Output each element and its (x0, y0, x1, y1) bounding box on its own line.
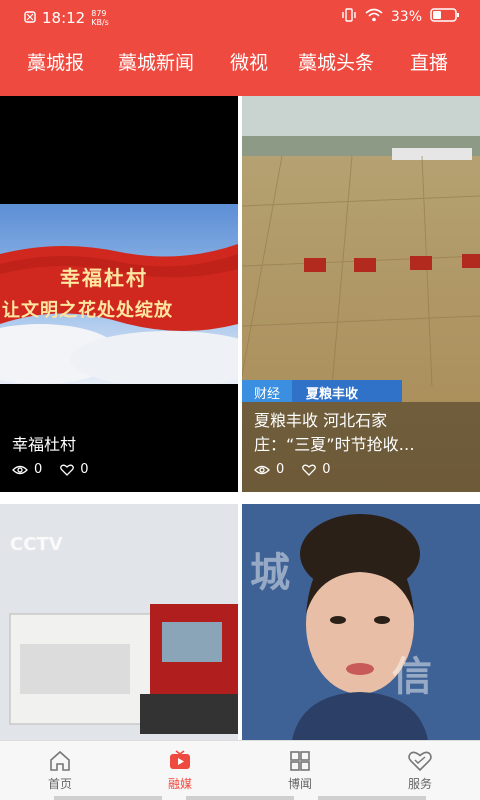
vibrate-icon (341, 8, 357, 26)
battery-icon (430, 8, 460, 26)
bottom-indicator-bar (318, 796, 426, 800)
network-speed: 879 KB/s (91, 8, 109, 27)
battery-percent: 33% (390, 9, 422, 25)
nav-home-label: 首页 (47, 777, 72, 791)
view-count: 0 (276, 462, 285, 477)
channel-watermark: CCTV (10, 534, 63, 555)
like-count: 0 (322, 462, 331, 477)
video-card[interactable]: 城 信 (242, 504, 480, 740)
nav-media[interactable]: 融媒 (120, 741, 240, 800)
video-title-line1: 夏粮丰收 河北石家 (254, 411, 388, 430)
tab-micro-video[interactable]: 微视 (230, 48, 268, 75)
video-thumbnail (0, 204, 238, 384)
video-thumbnail (242, 96, 480, 492)
banner-text-line2: 让文明之花处处绽放 (2, 300, 173, 321)
view-count: 0 (34, 462, 43, 477)
background-sign-text1: 城 (250, 550, 290, 596)
tab-gaocheng-news[interactable]: 藁城新闻 (118, 48, 194, 75)
bottom-indicator-bar (186, 796, 294, 800)
wifi-icon (365, 8, 383, 26)
overlay-caption-left: 财经 (254, 387, 281, 402)
nav-home[interactable]: 首页 (0, 741, 120, 800)
app-header: 18:12 879 KB/s 33% 藁城报 藁城新闻 微视 藁城头条 直播 (0, 0, 480, 96)
video-title: 幸福杜村 (12, 435, 77, 454)
background-sign-text2: 信 (392, 654, 432, 700)
video-title-line2: 庄：“三夏”时节抢收… (254, 435, 415, 454)
video-stats: 0 0 (254, 462, 331, 477)
like-count: 0 (80, 462, 89, 477)
play-tv-icon (170, 750, 190, 769)
banner-text-line1: 幸福杜村 (60, 266, 148, 290)
bottom-navigation: 首页 融媒 博闻 服务 (0, 740, 480, 800)
nav-media-label: 融媒 (167, 777, 192, 791)
nav-service-label: 服务 (407, 777, 432, 791)
eye-icon (254, 464, 270, 476)
overlay-caption-right: 夏粮丰收 (306, 387, 359, 402)
home-icon (50, 750, 70, 771)
status-time: 18:12 (42, 8, 86, 27)
heart-icon (60, 464, 75, 476)
tab-gaocheng-paper[interactable]: 藁城报 (27, 48, 84, 75)
nav-bowen-label: 博闻 (287, 777, 312, 791)
nav-service[interactable]: 服务 (360, 741, 480, 800)
category-tabs: 藁城报 藁城新闻 微视 藁城头条 直播 (0, 48, 480, 88)
tab-gaocheng-headlines[interactable]: 藁城头条 (298, 48, 374, 75)
status-bar: 18:12 879 KB/s 33% (0, 0, 480, 36)
heart-icon (408, 751, 432, 772)
video-card[interactable]: 幸福杜村 让文明之花处处绽放 幸福杜村 0 0 (0, 96, 238, 492)
tab-live[interactable]: 直播 (410, 48, 448, 75)
video-stats: 0 0 (12, 462, 89, 477)
notification-icon (24, 8, 36, 27)
eye-icon (12, 464, 28, 476)
video-grid: 幸福杜村 让文明之花处处绽放 幸福杜村 0 0 财经 夏粮丰收 夏粮丰收 河北石… (0, 96, 480, 740)
video-card[interactable]: CCTV (0, 504, 238, 740)
nav-bowen[interactable]: 博闻 (240, 741, 360, 800)
video-card[interactable]: 财经 夏粮丰收 夏粮丰收 河北石家 庄：“三夏”时节抢收… 0 0 (242, 96, 480, 492)
bottom-indicator-bar (54, 796, 162, 800)
grid-icon (290, 751, 310, 771)
heart-icon (302, 464, 317, 476)
